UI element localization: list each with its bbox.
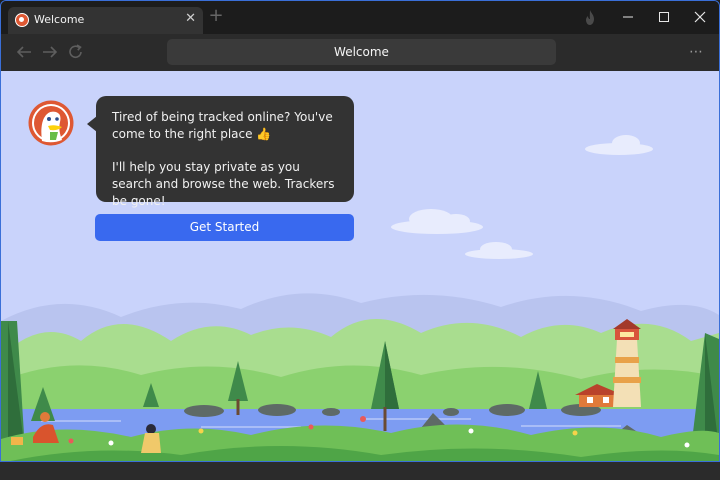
tab-welcome[interactable]: Welcome ✕ — [8, 7, 203, 34]
title-bar: Welcome ✕ + — [1, 1, 719, 34]
browser-toolbar: Welcome ⋯ — [1, 34, 719, 71]
welcome-page: Tired of being tracked online? You've co… — [1, 71, 719, 461]
close-window-button[interactable] — [682, 1, 718, 33]
forward-arrow-icon[interactable] — [41, 44, 59, 60]
more-options-icon[interactable]: ⋯ — [689, 44, 704, 60]
tab-title: Welcome — [34, 13, 85, 26]
welcome-message-line2: I'll help you stay private as you search… — [112, 160, 335, 208]
welcome-message-line1: Tired of being tracked online? You've co… — [112, 110, 333, 141]
duckduckgo-logo-icon — [28, 100, 74, 146]
maximize-button[interactable] — [646, 1, 682, 33]
maximize-icon — [659, 12, 669, 22]
minimize-icon — [623, 16, 633, 18]
welcome-message-bubble: Tired of being tracked online? You've co… — [87, 96, 354, 208]
get-started-button[interactable]: Get Started — [95, 214, 354, 241]
fire-icon[interactable] — [584, 10, 596, 25]
browser-window: Welcome ✕ + Welcome ⋯ Tired of being tra… — [0, 0, 720, 462]
new-tab-icon[interactable]: + — [208, 7, 224, 27]
duckduckgo-icon — [15, 13, 29, 27]
reload-icon[interactable] — [67, 44, 85, 60]
taskbar-strip — [0, 462, 720, 480]
back-arrow-icon[interactable] — [15, 44, 33, 60]
address-bar[interactable]: Welcome — [167, 39, 556, 65]
minimize-button[interactable] — [610, 1, 646, 33]
close-icon — [694, 11, 706, 23]
tab-close-icon[interactable]: ✕ — [185, 11, 196, 27]
